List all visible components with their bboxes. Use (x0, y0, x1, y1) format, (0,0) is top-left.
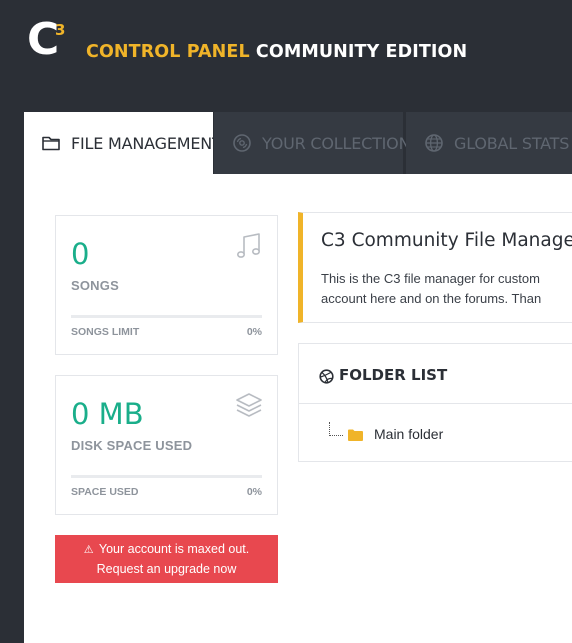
folder-list-title: FOLDER LIST (339, 366, 448, 384)
songs-limit-label: SONGS LIMIT (71, 326, 140, 338)
notice-line-1: This is the C3 file manager for custom (321, 271, 540, 286)
upgrade-link[interactable]: Request an upgrade now (55, 560, 278, 579)
notice-line-2: account here and on the forums. Than (321, 291, 542, 306)
c3-logo[interactable]: C 3 (27, 18, 77, 66)
songs-count: 0 (71, 237, 90, 271)
tab-global-stats[interactable]: GLOBAL STATS (406, 112, 572, 174)
title-rest: COMMUNITY EDITION (255, 42, 468, 62)
songs-progress-bar (71, 315, 262, 318)
songs-card: 0 SONGS SONGS LIMIT 0% (55, 215, 278, 355)
title-accent: CONTROL PANEL (86, 42, 250, 62)
logo-superscript: 3 (55, 21, 66, 39)
logo-letter: C (27, 14, 59, 65)
upgrade-alert[interactable]: ⚠ Your account is maxed out. Request an … (55, 535, 278, 583)
tree-connector (329, 422, 343, 436)
space-used-label: SPACE USED (71, 486, 139, 498)
songs-limit-percent: 0% (246, 326, 262, 338)
folder-list-panel: FOLDER LIST Main folder (298, 343, 572, 462)
tab-label: FILE MANAGEMENT (71, 133, 222, 153)
disk-space-label: DISK SPACE USED (71, 438, 193, 453)
page-title: CONTROL PANEL COMMUNITY EDITION (86, 40, 467, 64)
alert-line-1: ⚠ Your account is maxed out. (55, 540, 278, 560)
folder-list-header: FOLDER LIST (299, 344, 572, 404)
tab-label: GLOBAL STATS (454, 133, 570, 153)
music-note-icon (235, 231, 263, 261)
dribbble-ball-icon (319, 369, 334, 384)
tab-file-management[interactable]: FILE MANAGEMENT (24, 112, 222, 174)
warning-icon: ⚠ (83, 544, 94, 556)
tab-label: YOUR COLLECTION (262, 133, 411, 153)
tab-your-collection[interactable]: YOUR COLLECTION (214, 112, 411, 174)
disk-space-value: 0 MB (71, 397, 144, 431)
songs-label: SONGS (71, 278, 119, 293)
main-content: 0 SONGS SONGS LIMIT 0% 0 MB DISK SPACE U… (24, 174, 572, 643)
tab-bar: FILE MANAGEMENT YOUR COLLECTION GLOBAL S… (24, 112, 572, 174)
alert-message: Your account is maxed out. (98, 542, 250, 556)
space-used-percent: 0% (246, 486, 262, 498)
layers-icon (235, 391, 263, 421)
folder-item-main[interactable]: Main folder (374, 426, 443, 442)
notice-title: C3 Community File Manage (321, 230, 572, 251)
folder-outline-icon (41, 133, 61, 153)
globe-icon (424, 133, 444, 153)
folder-icon (348, 429, 363, 441)
disk-progress-bar (71, 475, 262, 478)
app-header: C 3 CONTROL PANEL COMMUNITY EDITION (0, 0, 572, 112)
notice-body: This is the C3 file manager for custom a… (321, 269, 541, 309)
compact-disc-icon (232, 133, 252, 153)
disk-space-card: 0 MB DISK SPACE USED SPACE USED 0% (55, 375, 278, 515)
notice-panel: C3 Community File Manage This is the C3 … (298, 212, 572, 323)
